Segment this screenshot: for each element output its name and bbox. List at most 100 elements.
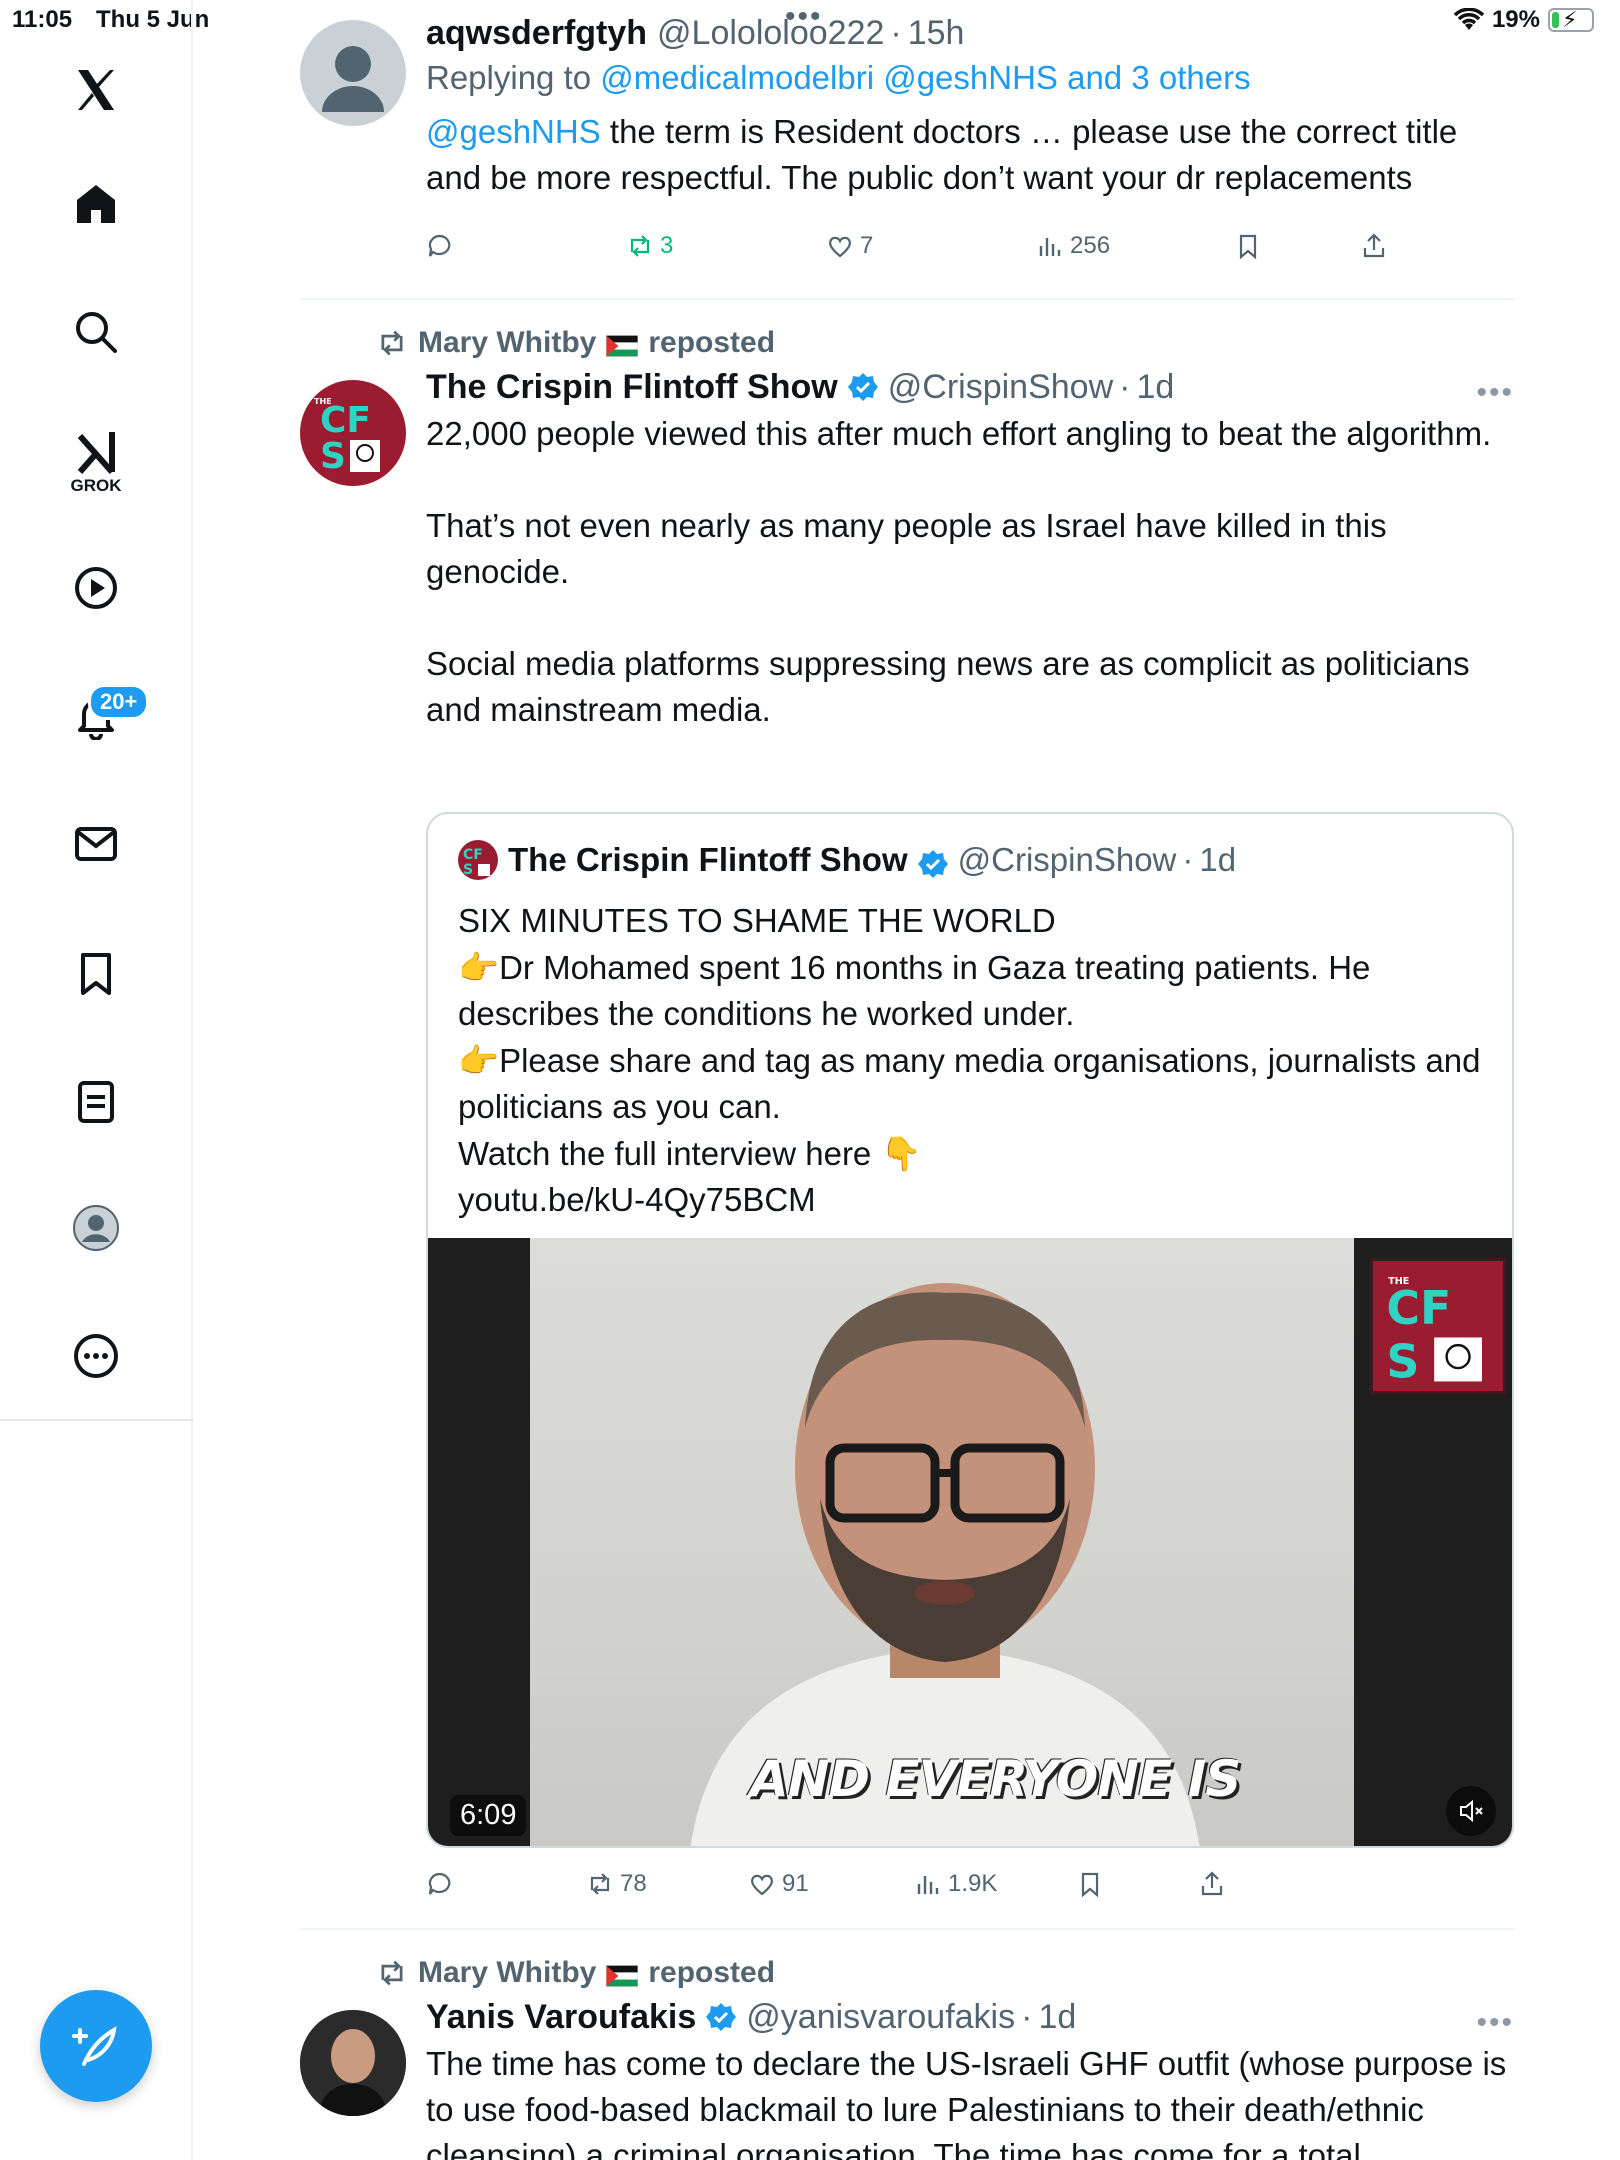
notifications-badge: 20+ [88, 684, 150, 720]
video-player[interactable]: THE CF S AND EVERYONE IS 6:09 [428, 1238, 1512, 1846]
quoted-tweet-text: SIX MINUTES TO SHAME THE WORLD 👉Dr Moham… [458, 898, 1488, 1224]
reply-icon [428, 234, 451, 257]
share-button[interactable] [1198, 1870, 1226, 1898]
cfs-avatar[interactable]: CF S THE [300, 380, 406, 486]
quoted-time: 1d [1199, 841, 1237, 878]
tweet-text: 22,000 people viewed this after much eff… [426, 411, 1514, 733]
author-handle[interactable]: @Lolololoo222 [657, 14, 884, 53]
lists-icon[interactable] [68, 1074, 124, 1130]
sidebar-divider [0, 1419, 193, 1421]
replying-to-label: Replying to [426, 59, 601, 96]
author-name[interactable]: Yanis Varoufakis [426, 1998, 696, 2037]
more-options-icon[interactable] [68, 1328, 124, 1384]
share-icon [1363, 233, 1385, 258]
repost-indicator[interactable]: Mary Whitby reposted [376, 326, 775, 360]
repost-button[interactable]: 78 [586, 1870, 647, 1898]
bookmarks-icon[interactable] [68, 946, 124, 1002]
tweet-text: The time has come to declare the US-Isra… [426, 2045, 1507, 2160]
reposted-by-name: Mary Whitby [418, 326, 597, 359]
like-count: 91 [782, 1870, 809, 1897]
reply-button[interactable] [426, 1870, 454, 1898]
replying-to-link[interactable]: @medicalmodelbri @geshNHS and 3 others [600, 59, 1250, 96]
quoted-author-name: The Crispin Flintoff Show [508, 841, 908, 878]
like-button[interactable]: 7 [826, 232, 873, 260]
tweet-divider [300, 1928, 1514, 1930]
tweet-time: 1d [1038, 1998, 1077, 2036]
messages-envelope-icon[interactable] [68, 816, 124, 872]
author-handle[interactable]: @CrispinShow [888, 368, 1113, 407]
video-caption: AND EVERYONE IS [750, 1750, 1241, 1808]
reply-icon [428, 1872, 451, 1895]
bookmark-button[interactable] [1234, 232, 1262, 260]
tweet-time: 1d [1136, 368, 1175, 406]
reply-button[interactable] [426, 232, 454, 260]
verified-badge-icon [917, 850, 948, 878]
svg-text:S: S [463, 862, 473, 878]
reposted-by-name: Mary Whitby [418, 1956, 597, 1989]
verified-badge-icon [706, 2003, 737, 2031]
svg-text:THE: THE [314, 397, 332, 406]
bookmark-button[interactable] [1076, 1870, 1104, 1898]
quoted-avatar: CF S [458, 840, 498, 880]
repost-icon [381, 1960, 403, 1986]
quoted-author-handle: @CrispinShow [957, 841, 1177, 878]
avatar[interactable] [300, 2010, 406, 2116]
tweet-paragraph: That’s not even nearly as many people as… [426, 507, 1387, 590]
mute-button[interactable] [1446, 1786, 1496, 1836]
views-chart-icon [917, 1876, 939, 1894]
reposted-label: reposted [648, 1956, 776, 1989]
repost-icon [630, 235, 650, 257]
svg-text:S: S [1386, 1335, 1419, 1389]
author-name[interactable]: The Crispin Flintoff Show [426, 368, 838, 407]
search-icon[interactable] [68, 304, 124, 360]
grok-label: GROK [70, 476, 122, 495]
svg-text:CF: CF [320, 400, 371, 441]
repost-indicator[interactable]: Mary Whitby reposted [376, 1956, 775, 1990]
views-button[interactable]: 256 [1036, 232, 1110, 260]
like-button[interactable]: 91 [748, 1870, 809, 1898]
tweet-divider [300, 298, 1514, 300]
views-count: 1.9K [948, 1870, 998, 1897]
quoted-line: Watch the full interview here 👇 [458, 1134, 922, 1172]
video-duration: 6:09 [450, 1795, 527, 1836]
tweet-paragraph: 22,000 people viewed this after much eff… [426, 415, 1492, 452]
grok-icon[interactable] [68, 424, 124, 480]
compose-post-button[interactable] [40, 1990, 152, 2102]
author-name[interactable]: aqwsderfgtyh [426, 14, 647, 53]
svg-text:CF: CF [463, 847, 483, 863]
video-play-icon[interactable] [68, 560, 124, 616]
tweet-actions: 78 91 1.9K [426, 1870, 1514, 1910]
bookmark-icon [1081, 1872, 1099, 1898]
more-options-icon[interactable]: ••• [1476, 376, 1514, 410]
replying-to: Replying to @medicalmodelbri @geshNHS an… [426, 59, 1514, 97]
repost-count: 78 [620, 1870, 647, 1897]
svg-text:CF: CF [1386, 1281, 1451, 1335]
repost-button[interactable]: 3 [626, 232, 673, 260]
share-button[interactable] [1360, 232, 1388, 260]
mention-link[interactable]: @geshNHS [426, 113, 601, 150]
home-icon[interactable] [68, 176, 124, 232]
svg-text:S: S [320, 436, 346, 477]
repost-count: 3 [660, 232, 674, 259]
views-button[interactable]: 1.9K [914, 1870, 997, 1898]
reposted-label: reposted [648, 326, 776, 359]
cfs-watermark-logo: THE CF S [1370, 1258, 1506, 1394]
more-options-icon[interactable]: ••• [1476, 2006, 1514, 2040]
profile-avatar-icon[interactable] [68, 1200, 124, 1256]
author-handle[interactable]: @yanisvaroufakis [746, 1998, 1015, 2037]
quoted-tweet-header: CF S The Crispin Flintoff Show @CrispinSh… [458, 840, 1236, 880]
tweet-time: 15h [907, 14, 965, 52]
quoted-tweet-card[interactable]: CF S The Crispin Flintoff Show @CrispinSh… [426, 812, 1514, 1848]
repost-icon [381, 330, 403, 356]
tweet-paragraph: Social media platforms suppressing news … [426, 645, 1470, 728]
views-count: 256 [1070, 232, 1111, 259]
tweet-header: The Crispin Flintoff Show @CrispinShow ·… [426, 368, 1175, 407]
share-icon [1201, 1871, 1223, 1896]
x-logo-icon[interactable] [68, 62, 124, 118]
quoted-link[interactable]: youtu.be/kU-4Qy75BCM [458, 1177, 1488, 1224]
views-chart-icon [1039, 238, 1061, 256]
muted-speaker-icon [1460, 1799, 1483, 1823]
bookmark-icon [1239, 234, 1257, 260]
avatar[interactable] [300, 20, 406, 126]
palestine-flag-icon [606, 334, 639, 358]
